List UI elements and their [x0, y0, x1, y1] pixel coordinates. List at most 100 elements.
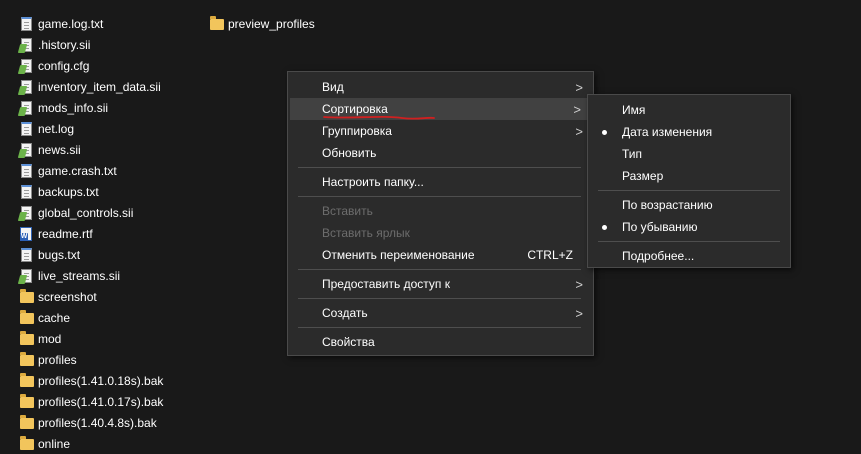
- file-item[interactable]: mod: [20, 328, 163, 349]
- file-name: readme.rtf: [38, 226, 93, 241]
- menu-item-customize-folder[interactable]: Настроить папку...: [288, 171, 593, 193]
- file-name: game.crash.txt: [38, 163, 117, 178]
- file-name: net.log: [38, 121, 75, 136]
- menu-item-label: Настроить папку...: [322, 175, 424, 189]
- file-name: profiles(1.41.0.18s).bak: [38, 373, 164, 388]
- file-name: game.log.txt: [38, 16, 104, 31]
- file-item[interactable]: mods_info.sii: [20, 97, 163, 118]
- text-file-icon: [21, 16, 32, 31]
- file-item[interactable]: bugs.txt: [20, 244, 163, 265]
- menu-item-refresh[interactable]: Обновить: [288, 142, 593, 164]
- file-name: config.cfg: [38, 58, 90, 73]
- menu-item-properties[interactable]: Свойства: [288, 331, 593, 353]
- chevron-right-icon: >: [575, 124, 583, 139]
- menu-item-label: Свойства: [322, 335, 375, 349]
- notepadpp-file-icon: [21, 268, 32, 283]
- file-name: mods_info.sii: [38, 100, 109, 115]
- folder-icon: [20, 331, 34, 345]
- file-name: .history.sii: [38, 37, 91, 52]
- menu-item-group[interactable]: Группировка >: [288, 120, 593, 142]
- text-file-icon: [21, 163, 32, 178]
- sort-option-more[interactable]: Подробнее...: [588, 245, 790, 267]
- text-file-icon: [21, 121, 32, 136]
- file-item[interactable]: news.sii: [20, 139, 163, 160]
- notepadpp-file-icon: [21, 100, 32, 115]
- file-name: screenshot: [38, 289, 97, 304]
- file-item[interactable]: readme.rtf: [20, 223, 163, 244]
- file-item[interactable]: cache: [20, 307, 163, 328]
- chevron-right-icon: >: [575, 277, 583, 292]
- menu-item-undo-rename[interactable]: Отменить переименование CTRL+Z: [288, 244, 593, 266]
- menu-separator: [298, 298, 581, 299]
- selected-bullet-icon: [602, 225, 607, 230]
- file-item[interactable]: .history.sii: [20, 34, 163, 55]
- menu-separator: [598, 190, 780, 191]
- notepadpp-file-icon: [21, 205, 32, 220]
- file-item[interactable]: game.log.txt: [20, 13, 163, 34]
- file-name: online: [38, 436, 71, 451]
- menu-item-label: Группировка: [322, 124, 392, 138]
- menu-item-label: Обновить: [322, 146, 377, 160]
- menu-item-give-access[interactable]: Предоставить доступ к >: [288, 273, 593, 295]
- file-name: bugs.txt: [38, 247, 81, 262]
- file-name: profiles: [38, 352, 77, 367]
- menu-separator: [298, 196, 581, 197]
- file-item[interactable]: config.cfg: [20, 55, 163, 76]
- chevron-right-icon: >: [575, 306, 583, 321]
- menu-item-view[interactable]: Вид >: [288, 76, 593, 98]
- menu-separator: [298, 167, 581, 168]
- file-item[interactable]: profiles(1.41.0.17s).bak: [20, 391, 163, 412]
- sort-order-ascending[interactable]: По возрастанию: [588, 194, 790, 216]
- selected-bullet-icon: [602, 130, 607, 135]
- folder-icon: [20, 352, 34, 366]
- notepadpp-file-icon: [21, 79, 32, 94]
- file-item[interactable]: backups.txt: [20, 181, 163, 202]
- file-list: game.log.txt .history.sii config.cfg invent…: [20, 13, 163, 454]
- sort-option-type[interactable]: Тип: [588, 143, 790, 165]
- sort-order-descending[interactable]: По убыванию: [588, 216, 790, 238]
- folder-icon: [210, 16, 224, 30]
- file-name: profiles(1.40.4.8s).bak: [38, 415, 157, 430]
- sort-option-size[interactable]: Размер: [588, 165, 790, 187]
- file-name: global_controls.sii: [38, 205, 134, 220]
- file-item[interactable]: global_controls.sii: [20, 202, 163, 223]
- file-item[interactable]: net.log: [20, 118, 163, 139]
- menu-item-sort[interactable]: Сортировка >: [290, 98, 591, 120]
- notepadpp-file-icon: [21, 37, 32, 52]
- folder-icon: [20, 373, 34, 387]
- menu-item-label: Создать: [322, 306, 368, 320]
- menu-item-paste: Вставить: [288, 200, 593, 222]
- file-name: live_streams.sii: [38, 268, 121, 283]
- file-item[interactable]: profiles: [20, 349, 163, 370]
- file-name: news.sii: [38, 142, 81, 157]
- menu-item-label: Предоставить доступ к: [322, 277, 450, 291]
- notepadpp-file-icon: [21, 142, 32, 157]
- menu-item-label: Сортировка: [322, 102, 388, 116]
- menu-item-label: Дата изменения: [622, 125, 713, 139]
- text-file-icon: [21, 184, 32, 199]
- file-item-preview-profiles[interactable]: preview_profiles: [210, 13, 315, 34]
- file-item[interactable]: profiles(1.40.4.8s).bak: [20, 412, 163, 433]
- keyboard-shortcut: CTRL+Z: [527, 248, 573, 262]
- menu-item-paste-shortcut: Вставить ярлык: [288, 222, 593, 244]
- sort-option-date-modified[interactable]: Дата изменения: [588, 121, 790, 143]
- menu-item-label: Отменить переименование: [322, 248, 475, 262]
- sort-option-name[interactable]: Имя: [588, 99, 790, 121]
- file-item[interactable]: inventory_item_data.sii: [20, 76, 163, 97]
- file-name: preview_profiles: [228, 16, 315, 31]
- file-name: inventory_item_data.sii: [38, 79, 161, 94]
- file-item[interactable]: game.crash.txt: [20, 160, 163, 181]
- sort-submenu: Имя Дата изменения Тип Размер По возраст…: [587, 94, 791, 268]
- file-item[interactable]: screenshot: [20, 286, 163, 307]
- file-name: mod: [38, 331, 62, 346]
- menu-item-label: Размер: [622, 169, 664, 183]
- menu-item-label: Подробнее...: [622, 249, 695, 263]
- file-item[interactable]: live_streams.sii: [20, 265, 163, 286]
- file-item[interactable]: online: [20, 433, 163, 454]
- notepadpp-file-icon: [21, 58, 32, 73]
- menu-separator: [598, 241, 780, 242]
- file-name: profiles(1.41.0.17s).bak: [38, 394, 164, 409]
- file-item[interactable]: profiles(1.41.0.18s).bak: [20, 370, 163, 391]
- menu-item-new[interactable]: Создать >: [288, 302, 593, 324]
- menu-item-label: Имя: [622, 103, 646, 117]
